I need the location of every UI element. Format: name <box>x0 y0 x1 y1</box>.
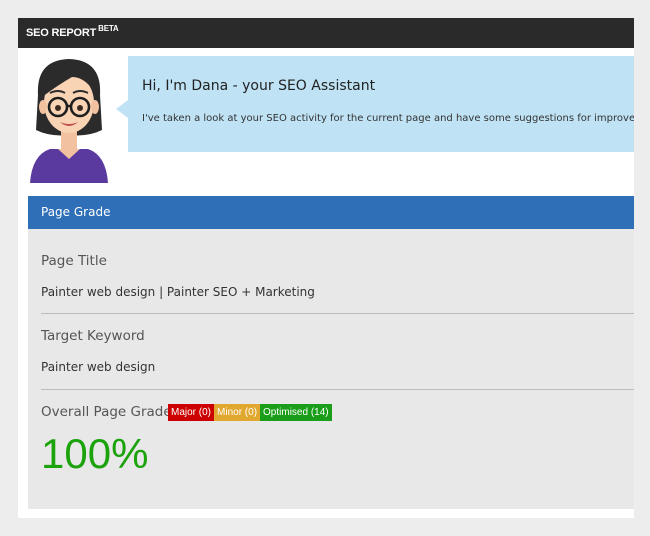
female-assistant-avatar-icon <box>28 55 110 183</box>
target-keyword-value: Painter web design <box>41 360 156 374</box>
divider <box>41 313 634 314</box>
major-issues-badge[interactable]: Major (0) <box>168 404 215 421</box>
report-title: SEO REPORT <box>26 27 97 39</box>
seo-report-panel: SEO REPORT BETA Hi, I'm Dana - your SEO … <box>18 18 634 518</box>
divider <box>41 389 634 390</box>
optimised-badge[interactable]: Optimised (14) <box>260 404 332 421</box>
issue-badges: Major (0) Minor (0) Optimised (14) <box>168 404 332 421</box>
speech-bubble-pointer <box>116 100 128 118</box>
page-grade-title: Page Grade <box>41 205 111 219</box>
page-title-value: Painter web design | Painter SEO + Marke… <box>41 285 315 299</box>
minor-issues-badge[interactable]: Minor (0) <box>214 404 261 421</box>
report-title-bar: SEO REPORT BETA <box>18 18 634 48</box>
overall-page-grade-label: Overall Page Grade <box>41 404 172 420</box>
assistant-speech-bubble: Hi, I'm Dana - your SEO Assistant I've t… <box>128 56 634 152</box>
page-title-label: Page Title <box>41 253 107 269</box>
overall-grade-value: 100% <box>41 430 149 477</box>
beta-label: BETA <box>98 24 119 33</box>
assistant-greeting: Hi, I'm Dana - your SEO Assistant <box>142 78 376 94</box>
page-grade-body: Page Title Painter web design | Painter … <box>28 229 634 509</box>
target-keyword-label: Target Keyword <box>41 328 145 344</box>
page-grade-header[interactable]: Page Grade <box>28 196 634 229</box>
assistant-message: I've taken a look at your SEO activity f… <box>142 113 634 124</box>
